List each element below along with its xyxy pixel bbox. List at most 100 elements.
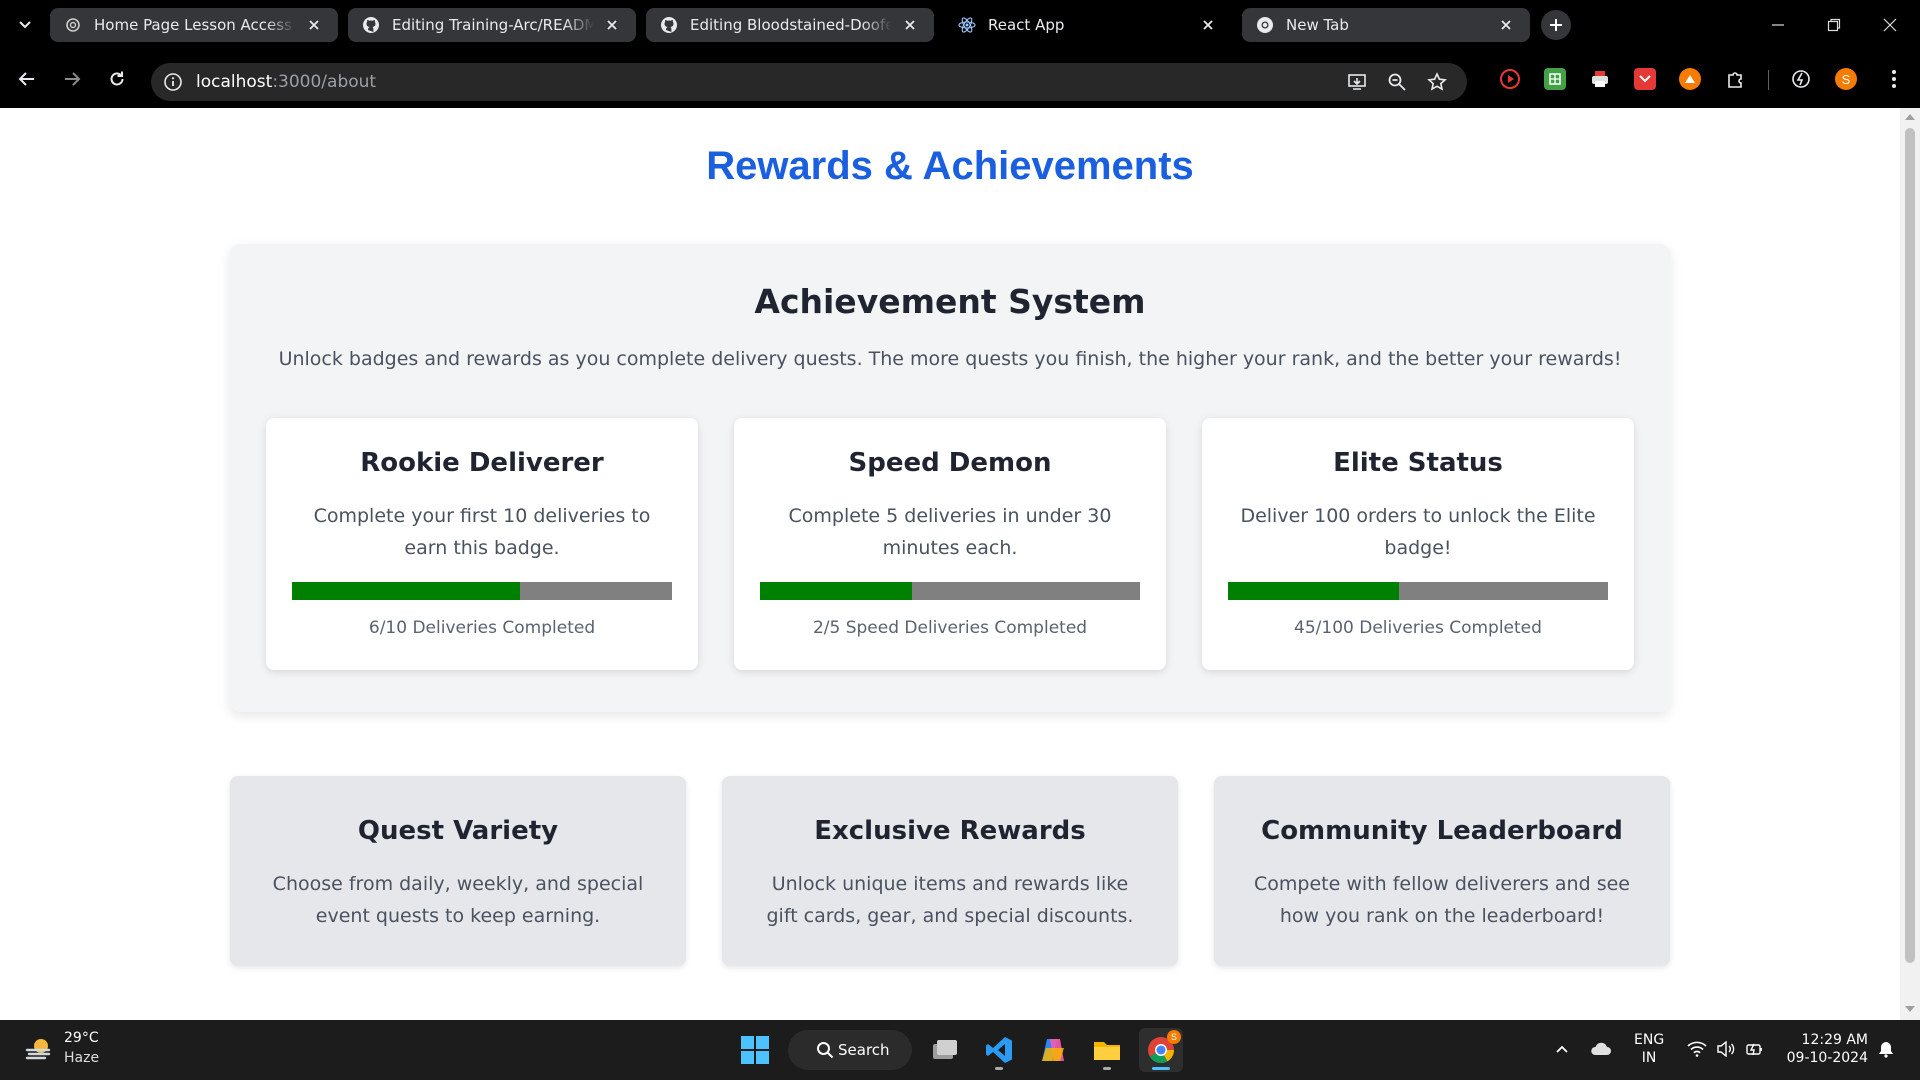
tab-new-tab[interactable]: New Tab [1242, 8, 1530, 42]
performance-icon[interactable] [1790, 68, 1812, 90]
bookmark-star-icon[interactable] [1427, 72, 1447, 92]
feature-card-exclusive-rewards: Exclusive Rewards Unlock unique items an… [722, 776, 1178, 966]
reload-button[interactable] [102, 64, 132, 94]
tab-editing-bloodstained[interactable]: Editing Bloodstained-Doofestien [646, 8, 934, 42]
language-code: ENG [1634, 1032, 1665, 1048]
page-scrollbar[interactable] [1900, 108, 1920, 1020]
copilot-taskbar-app[interactable] [1031, 1028, 1075, 1072]
react-icon [958, 16, 976, 34]
badge-card-speed-demon: Speed Demon Complete 5 deliveries in und… [734, 418, 1166, 670]
start-button[interactable] [733, 1028, 777, 1072]
wifi-icon[interactable] [1686, 1038, 1708, 1060]
tab-home-page-lesson-access[interactable]: Home Page Lesson Access [50, 8, 338, 42]
close-tab-icon[interactable] [1198, 15, 1218, 35]
badge-description: Complete your first 10 deliveries to ear… [313, 505, 651, 559]
chevron-down-icon [19, 21, 31, 29]
close-tab-icon[interactable] [304, 15, 324, 35]
minimize-button[interactable] [1750, 0, 1806, 50]
reload-icon [110, 71, 124, 86]
vscode-taskbar-app[interactable] [977, 1028, 1021, 1072]
close-tab-icon[interactable] [900, 15, 920, 35]
scroll-up-arrow-icon[interactable] [1905, 114, 1915, 120]
progress-bar [760, 582, 1140, 600]
url-text[interactable]: localhost:3000/about [196, 72, 376, 92]
battery-charging-icon[interactable] [1744, 1038, 1766, 1060]
close-tab-icon[interactable] [602, 15, 622, 35]
weather-haze-icon[interactable] [24, 1034, 54, 1064]
scroll-down-arrow-icon[interactable] [1905, 1006, 1915, 1012]
page-title: Rewards & Achievements [706, 144, 1194, 188]
system-clock[interactable]: 12:29 AM 09-10-2024 [1786, 1031, 1868, 1067]
printer-extension-icon[interactable] [1589, 68, 1611, 90]
achievement-system-description: Unlock badges and rewards as you complet… [278, 348, 1622, 370]
forward-button[interactable] [57, 64, 87, 94]
plus-icon [1550, 19, 1562, 31]
feature-card-quest-variety: Quest Variety Choose from daily, weekly,… [230, 776, 686, 966]
extensions-puzzle-icon[interactable] [1724, 68, 1746, 90]
progress-label: 2/5 Speed Deliveries Completed [812, 618, 1088, 638]
tab-editing-training-arc[interactable]: Editing Training-Arc/README.md [348, 8, 636, 42]
pocket-extension-icon[interactable] [1634, 68, 1656, 90]
region-code: IN [1641, 1050, 1657, 1066]
chrome-taskbar-app[interactable]: S [1139, 1028, 1183, 1072]
tab-title: React App [988, 16, 1065, 34]
input-language-indicator[interactable]: ENG IN [1634, 1031, 1664, 1067]
arrow-right-icon [65, 72, 81, 86]
sheets-extension-icon[interactable] [1544, 68, 1566, 90]
notification-bell-icon[interactable] [1875, 1038, 1897, 1060]
profile-avatar[interactable]: S [1835, 68, 1857, 90]
weather-condition: Haze [64, 1050, 100, 1066]
windows-logo-icon [741, 1036, 769, 1064]
running-indicator [1152, 1067, 1170, 1070]
feature-description: Choose from daily, weekly, and special e… [272, 873, 644, 927]
badge-title: Speed Demon [848, 448, 1052, 478]
restore-button[interactable] [1806, 0, 1862, 50]
folder-icon [1094, 1042, 1120, 1060]
site-info-icon[interactable] [163, 72, 183, 92]
progress-bar [292, 582, 672, 600]
badge-description: Complete 5 deliveries in under 30 minute… [788, 505, 1112, 559]
task-view-button[interactable] [923, 1028, 967, 1072]
badge-card-rookie-deliverer: Rookie Deliverer Complete your first 10 … [266, 418, 698, 670]
feature-title: Quest Variety [357, 816, 559, 846]
tab-react-app[interactable]: React App [944, 8, 1232, 42]
youtube-extension-icon[interactable] [1499, 68, 1521, 90]
address-bar[interactable]: localhost:3000/about [151, 63, 1467, 101]
tab-title: New Tab [1286, 16, 1349, 34]
feature-title: Exclusive Rewards [814, 816, 1086, 846]
close-tab-icon[interactable] [1496, 15, 1516, 35]
menu-kebab-icon[interactable] [1883, 68, 1905, 90]
progress-label: 6/10 Deliveries Completed [368, 618, 596, 638]
tab-search-button[interactable] [12, 12, 38, 38]
file-explorer-taskbar-app[interactable] [1085, 1028, 1129, 1072]
running-indicator [1103, 1067, 1111, 1070]
install-app-icon[interactable] [1347, 72, 1367, 92]
volume-icon[interactable] [1715, 1038, 1737, 1060]
clock-time: 12:29 AM [1801, 1032, 1868, 1048]
github-icon [362, 16, 380, 34]
progress-bar [1228, 582, 1608, 600]
taskbar-search[interactable]: Search [788, 1030, 912, 1070]
windows-taskbar: 29°C Haze Search S ENG IN 12:29 AM 09-10… [0, 1020, 1920, 1080]
new-tab-button[interactable] [1541, 10, 1571, 40]
feature-description: Compete with fellow deliverers and see h… [1254, 873, 1630, 927]
close-window-button[interactable] [1862, 0, 1918, 50]
copilot-icon [1042, 1039, 1064, 1061]
zoom-icon[interactable] [1387, 72, 1407, 92]
restore-icon [1827, 18, 1841, 32]
chrome-profile-badge: S [1167, 1030, 1181, 1044]
badge-title: Elite Status [1333, 448, 1503, 478]
profile-initial: S [1841, 71, 1851, 87]
scroll-thumb[interactable] [1905, 128, 1915, 963]
tab-title: Home Page Lesson Access [94, 16, 292, 34]
vscode-icon [986, 1037, 1012, 1063]
browser-tab-strip: Home Page Lesson Access Editing Training… [0, 0, 1920, 50]
onedrive-icon[interactable] [1590, 1038, 1612, 1060]
toolbar-divider [1768, 70, 1769, 90]
openai-icon [64, 16, 82, 34]
show-hidden-icons-button[interactable] [1551, 1038, 1573, 1060]
back-button[interactable] [12, 64, 42, 94]
arrow-left-icon [18, 72, 34, 86]
orange-extension-icon[interactable] [1679, 68, 1701, 90]
search-icon [817, 1042, 834, 1059]
